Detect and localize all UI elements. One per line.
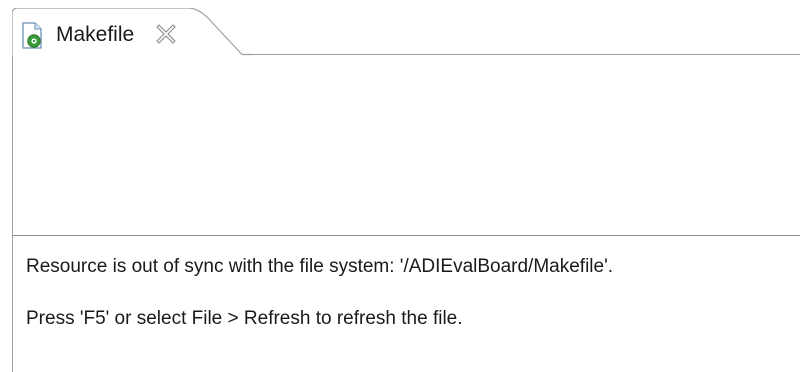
- refresh-hint-message: Press 'F5' or select File > Refresh to r…: [26, 308, 463, 329]
- close-icon[interactable]: [154, 22, 178, 46]
- editor-blank-area: [13, 56, 800, 234]
- tab-makefile[interactable]: Makefile: [12, 8, 252, 56]
- editor-area: Resource is out of sync with the file sy…: [12, 56, 800, 372]
- editor-separator: [13, 235, 800, 236]
- editor-window: Makefile Resource is out of sync with th…: [0, 0, 800, 372]
- tab-bar: Makefile: [0, 0, 800, 56]
- out-of-sync-message: Resource is out of sync with the file sy…: [26, 256, 613, 277]
- makefile-icon: [20, 22, 46, 50]
- tab-label: Makefile: [56, 23, 135, 46]
- tab-bar-border: [230, 54, 800, 55]
